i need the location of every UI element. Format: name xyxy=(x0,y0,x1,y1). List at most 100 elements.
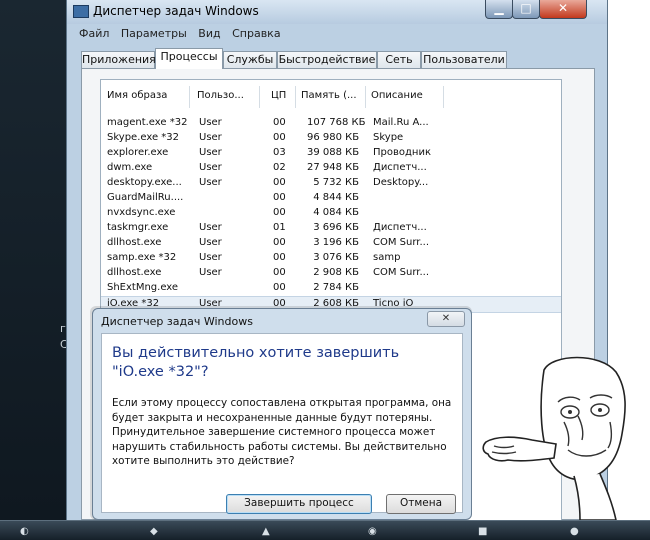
tab-services[interactable]: Службы xyxy=(223,51,277,68)
cell-mem: 27 948 КБ xyxy=(307,162,360,173)
cell-cpu: 00 xyxy=(273,207,286,218)
background-window-dark: г С xyxy=(0,0,68,520)
process-row[interactable]: dllhost.exe User 00 2 908 КБ COM Surr... xyxy=(101,266,561,281)
process-row[interactable]: magent.exe *32 User 00 107 768 КБ Mail.Ru A.… xyxy=(101,116,561,131)
process-row[interactable]: desktopy.exe... User 00 5 732 КБ Desktopy... xyxy=(101,176,561,191)
taskbar-item[interactable]: ◆ xyxy=(150,526,158,540)
cell-user: User xyxy=(199,147,222,158)
process-row[interactable]: nvxdsync.exe 00 4 084 КБ xyxy=(101,206,561,221)
process-row[interactable]: ShExtMng.exe 00 2 784 КБ xyxy=(101,281,561,296)
cell-cpu: 00 xyxy=(273,117,286,128)
cell-user: User xyxy=(199,162,222,173)
window-title: Диспетчер задач Windows xyxy=(93,4,259,18)
taskbar-item[interactable]: ■ xyxy=(478,526,487,540)
cell-desc: Desktopy... xyxy=(373,177,429,188)
cell-name: nvxdsync.exe xyxy=(107,207,176,218)
column-separator[interactable] xyxy=(189,86,190,108)
tab-applications[interactable]: Приложения xyxy=(81,51,156,68)
cell-desc: Skype xyxy=(373,132,404,143)
process-row[interactable]: taskmgr.exe User 01 3 696 КБ Диспетч... xyxy=(101,221,561,236)
cell-cpu: 01 xyxy=(273,222,286,233)
meme-face-image xyxy=(482,356,626,520)
cell-name: dwm.exe xyxy=(107,162,153,173)
taskbar-item[interactable]: ◐ xyxy=(20,526,29,540)
cell-name: dllhost.exe xyxy=(107,267,162,278)
column-image-name[interactable]: Имя образа xyxy=(107,90,167,101)
close-button[interactable]: ✕ xyxy=(539,0,587,19)
tab-processes[interactable]: Процессы xyxy=(155,48,223,69)
column-user[interactable]: Пользо... xyxy=(197,90,244,101)
end-process-button[interactable]: Завершить процесс xyxy=(226,494,372,514)
cell-user: User xyxy=(199,252,222,263)
cell-mem: 96 980 КБ xyxy=(307,132,360,143)
cell-mem: 4 844 КБ xyxy=(313,192,359,203)
cell-cpu: 02 xyxy=(273,162,286,173)
cancel-button[interactable]: Отмена xyxy=(386,494,456,514)
process-row[interactable]: Skype.exe *32 User 00 96 980 КБ Skype xyxy=(101,131,561,146)
title-bar[interactable]: Диспетчер задач Windows ▁ □ ✕ xyxy=(67,0,607,24)
menu-help[interactable]: Справка xyxy=(232,27,280,40)
column-separator[interactable] xyxy=(365,86,366,108)
process-row[interactable]: GuardMailRu.... 00 4 844 КБ xyxy=(101,191,561,206)
cell-mem: 3 696 КБ xyxy=(313,222,359,233)
column-separator[interactable] xyxy=(295,86,296,108)
menu-view[interactable]: Вид xyxy=(198,27,220,40)
column-cpu[interactable]: ЦП xyxy=(271,90,286,101)
cell-mem: 5 732 КБ xyxy=(313,177,359,188)
cell-name: ShExtMng.exe xyxy=(107,282,179,293)
cell-cpu: 00 xyxy=(273,267,286,278)
dialog-close-button[interactable]: ✕ xyxy=(427,311,465,327)
cell-cpu: 00 xyxy=(273,192,286,203)
cell-desc: Диспетч... xyxy=(373,222,427,233)
dialog-content: Вы действительно хотите завершить "iO.ex… xyxy=(101,333,463,514)
taskbar-item[interactable]: ◉ xyxy=(368,526,377,540)
menu-options[interactable]: Параметры xyxy=(121,27,187,40)
column-separator[interactable] xyxy=(443,86,444,108)
cell-mem: 3 076 КБ xyxy=(313,252,359,263)
process-row[interactable]: dwm.exe User 02 27 948 КБ Диспетч... xyxy=(101,161,561,176)
cell-desc: Проводник xyxy=(373,147,431,158)
cell-mem: 2 908 КБ xyxy=(313,267,359,278)
column-memory[interactable]: Память (... xyxy=(301,90,357,101)
menu-file[interactable]: Файл xyxy=(79,27,109,40)
cell-name: GuardMailRu.... xyxy=(107,192,184,203)
process-row[interactable]: dllhost.exe User 00 3 196 КБ COM Surr... xyxy=(101,236,561,251)
cell-cpu: 00 xyxy=(273,237,286,248)
cell-name: samp.exe *32 xyxy=(107,252,177,263)
dialog-title: Диспетчер задач Windows xyxy=(101,315,253,328)
dialog-message: Если этому процессу сопоставлена открыта… xyxy=(112,397,452,468)
minimize-button[interactable]: ▁ xyxy=(485,0,513,19)
column-description[interactable]: Описание xyxy=(371,90,423,101)
cell-user: User xyxy=(199,177,222,188)
cell-desc: samp xyxy=(373,252,401,263)
cell-cpu: 03 xyxy=(273,147,286,158)
cell-user: User xyxy=(199,117,222,128)
taskbar-item[interactable]: ▲ xyxy=(262,526,270,540)
process-row[interactable]: explorer.exe User 03 39 088 КБ Проводник xyxy=(101,146,561,161)
column-separator[interactable] xyxy=(259,86,260,108)
cell-desc: COM Surr... xyxy=(373,267,430,278)
cell-user: User xyxy=(199,237,222,248)
cell-name: Skype.exe *32 xyxy=(107,132,180,143)
cell-cpu: 00 xyxy=(273,252,286,263)
cell-desc: COM Surr... xyxy=(373,237,430,248)
process-row[interactable]: samp.exe *32 User 00 3 076 КБ samp xyxy=(101,251,561,266)
cell-cpu: 00 xyxy=(273,177,286,188)
task-manager-icon xyxy=(73,5,89,18)
cell-name: explorer.exe xyxy=(107,147,169,158)
cell-desc: Диспетч... xyxy=(373,162,427,173)
maximize-button[interactable]: □ xyxy=(512,0,540,19)
tab-performance[interactable]: Быстродействие xyxy=(277,51,377,68)
confirm-dialog: Диспетчер задач Windows ✕ Вы действитель… xyxy=(92,308,472,520)
cell-cpu: 00 xyxy=(273,282,286,293)
taskbar-item[interactable]: ● xyxy=(570,526,579,540)
cell-mem: 3 196 КБ xyxy=(313,237,359,248)
cell-name: dllhost.exe xyxy=(107,237,162,248)
tab-network[interactable]: Сеть xyxy=(377,51,421,68)
cell-name: taskmgr.exe xyxy=(107,222,169,233)
cell-desc: Mail.Ru A... xyxy=(373,117,429,128)
cell-user: User xyxy=(199,267,222,278)
tab-users[interactable]: Пользователи xyxy=(421,51,507,68)
background-fragment: г xyxy=(60,322,66,335)
cell-mem: 107 768 КБ xyxy=(307,117,366,128)
